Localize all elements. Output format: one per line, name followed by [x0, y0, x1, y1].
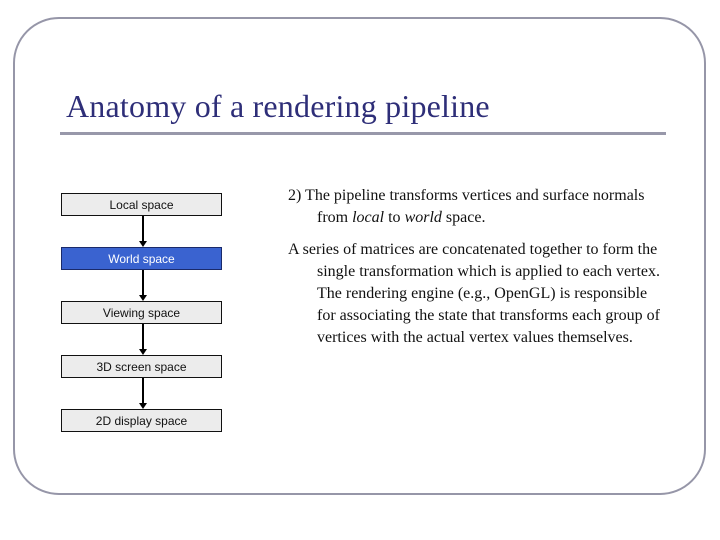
slide-title: Anatomy of a rendering pipeline — [66, 88, 490, 124]
arrow-down-icon — [139, 378, 147, 409]
body-paragraph-1: 2) The pipeline transforms vertices and … — [288, 185, 668, 229]
stage-viewing-space: Viewing space — [61, 301, 222, 324]
p1-text-b: to — [384, 209, 405, 226]
stage-local-space: Local space — [61, 193, 222, 216]
stage-world-space: World space — [61, 247, 222, 270]
stage-3d-screen-space: 3D screen space — [61, 355, 222, 378]
arrow-down-icon — [139, 270, 147, 301]
stage-2d-display-space: 2D display space — [61, 409, 222, 432]
title-underline — [60, 132, 666, 135]
arrow-down-icon — [139, 216, 147, 247]
body-paragraph-2: A series of matrices are concatenated to… — [288, 239, 668, 349]
arrow-down-icon — [139, 324, 147, 355]
p1-em-world: world — [404, 209, 442, 226]
p2-text: A series of matrices are concatenated to… — [288, 241, 661, 346]
p1-em-local: local — [352, 209, 385, 226]
p1-text-c: space. — [441, 209, 486, 226]
